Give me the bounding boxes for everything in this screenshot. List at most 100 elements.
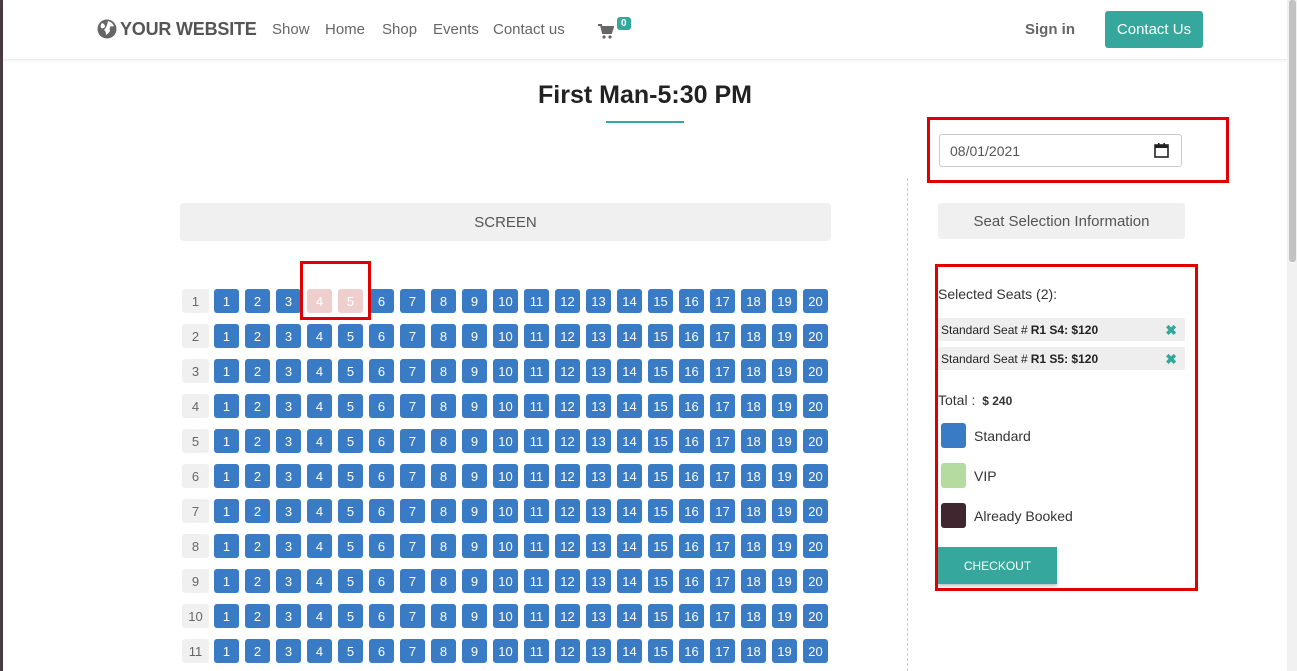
- seat[interactable]: 6: [369, 569, 394, 593]
- seat[interactable]: 19: [772, 359, 797, 383]
- seat[interactable]: 13: [586, 359, 611, 383]
- seat[interactable]: 14: [617, 639, 642, 663]
- seat[interactable]: 10: [493, 324, 518, 348]
- seat[interactable]: 19: [772, 289, 797, 313]
- seat[interactable]: 17: [710, 604, 735, 628]
- seat[interactable]: 17: [710, 289, 735, 313]
- seat[interactable]: 3: [276, 464, 301, 488]
- seat[interactable]: 19: [772, 499, 797, 523]
- show-date-input[interactable]: 08/01/2021: [939, 134, 1182, 167]
- seat[interactable]: 4: [307, 639, 332, 663]
- seat[interactable]: 5: [338, 394, 363, 418]
- seat[interactable]: 6: [369, 359, 394, 383]
- seat[interactable]: 7: [400, 604, 425, 628]
- seat[interactable]: 9: [462, 359, 487, 383]
- remove-seat-icon[interactable]: ✖: [1165, 351, 1177, 368]
- seat[interactable]: 3: [276, 324, 301, 348]
- seat[interactable]: 16: [679, 499, 704, 523]
- seat[interactable]: 7: [400, 324, 425, 348]
- seat[interactable]: 1: [214, 359, 239, 383]
- seat[interactable]: 13: [586, 534, 611, 558]
- seat[interactable]: 4: [307, 499, 332, 523]
- seat[interactable]: 14: [617, 359, 642, 383]
- seat[interactable]: 16: [679, 359, 704, 383]
- seat[interactable]: 4: [307, 569, 332, 593]
- seat[interactable]: 11: [524, 289, 549, 313]
- seat[interactable]: 1: [214, 569, 239, 593]
- seat[interactable]: 11: [524, 534, 549, 558]
- seat[interactable]: 13: [586, 604, 611, 628]
- seat[interactable]: 14: [617, 394, 642, 418]
- seat[interactable]: 17: [710, 499, 735, 523]
- seat[interactable]: 8: [431, 394, 456, 418]
- seat[interactable]: 13: [586, 464, 611, 488]
- seat[interactable]: 5: [338, 639, 363, 663]
- seat[interactable]: 20: [803, 429, 828, 453]
- seat[interactable]: 9: [462, 394, 487, 418]
- seat[interactable]: 4: [307, 604, 332, 628]
- nav-contact[interactable]: Contact us: [493, 21, 565, 38]
- seat[interactable]: 3: [276, 499, 301, 523]
- seat[interactable]: 18: [741, 534, 766, 558]
- seat[interactable]: 20: [803, 569, 828, 593]
- seat[interactable]: 16: [679, 464, 704, 488]
- seat[interactable]: 12: [555, 359, 580, 383]
- seat[interactable]: 7: [400, 639, 425, 663]
- checkout-button[interactable]: CHECKOUT: [938, 547, 1057, 584]
- seat[interactable]: 6: [369, 499, 394, 523]
- seat[interactable]: 4: [307, 394, 332, 418]
- seat[interactable]: 11: [524, 499, 549, 523]
- seat[interactable]: 11: [524, 429, 549, 453]
- seat[interactable]: 2: [245, 359, 270, 383]
- seat[interactable]: 8: [431, 324, 456, 348]
- seat[interactable]: 5: [338, 604, 363, 628]
- seat[interactable]: 20: [803, 394, 828, 418]
- seat[interactable]: 18: [741, 569, 766, 593]
- seat[interactable]: 15: [648, 639, 673, 663]
- seat[interactable]: 19: [772, 639, 797, 663]
- seat[interactable]: 3: [276, 429, 301, 453]
- seat[interactable]: 11: [524, 604, 549, 628]
- seat[interactable]: 1: [214, 534, 239, 558]
- seat[interactable]: 19: [772, 324, 797, 348]
- seat[interactable]: 3: [276, 604, 301, 628]
- seat[interactable]: 18: [741, 499, 766, 523]
- seat[interactable]: 19: [772, 429, 797, 453]
- seat[interactable]: 8: [431, 569, 456, 593]
- seat[interactable]: 14: [617, 324, 642, 348]
- seat[interactable]: 4: [307, 324, 332, 348]
- seat[interactable]: 10: [493, 289, 518, 313]
- seat[interactable]: 12: [555, 429, 580, 453]
- seat[interactable]: 13: [586, 289, 611, 313]
- seat[interactable]: 2: [245, 534, 270, 558]
- seat[interactable]: 5: [338, 464, 363, 488]
- seat[interactable]: 17: [710, 464, 735, 488]
- seat[interactable]: 1: [214, 324, 239, 348]
- seat[interactable]: 4: [307, 464, 332, 488]
- seat[interactable]: 2: [245, 289, 270, 313]
- seat[interactable]: 14: [617, 534, 642, 558]
- cart-link[interactable]: 0: [598, 17, 634, 43]
- seat[interactable]: 2: [245, 604, 270, 628]
- seat[interactable]: 14: [617, 464, 642, 488]
- seat[interactable]: 14: [617, 569, 642, 593]
- seat[interactable]: 12: [555, 569, 580, 593]
- nav-events[interactable]: Events: [433, 21, 479, 38]
- seat[interactable]: 16: [679, 639, 704, 663]
- seat[interactable]: 6: [369, 394, 394, 418]
- seat[interactable]: 19: [772, 604, 797, 628]
- seat[interactable]: 7: [400, 394, 425, 418]
- seat[interactable]: 9: [462, 604, 487, 628]
- seat[interactable]: 5: [338, 534, 363, 558]
- seat[interactable]: 9: [462, 324, 487, 348]
- seat[interactable]: 5: [338, 499, 363, 523]
- seat[interactable]: 8: [431, 604, 456, 628]
- seat[interactable]: 15: [648, 464, 673, 488]
- seat[interactable]: 8: [431, 429, 456, 453]
- seat[interactable]: 16: [679, 534, 704, 558]
- seat[interactable]: 13: [586, 639, 611, 663]
- seat[interactable]: 12: [555, 499, 580, 523]
- remove-seat-icon[interactable]: ✖: [1165, 322, 1177, 339]
- seat[interactable]: 8: [431, 464, 456, 488]
- seat[interactable]: 19: [772, 569, 797, 593]
